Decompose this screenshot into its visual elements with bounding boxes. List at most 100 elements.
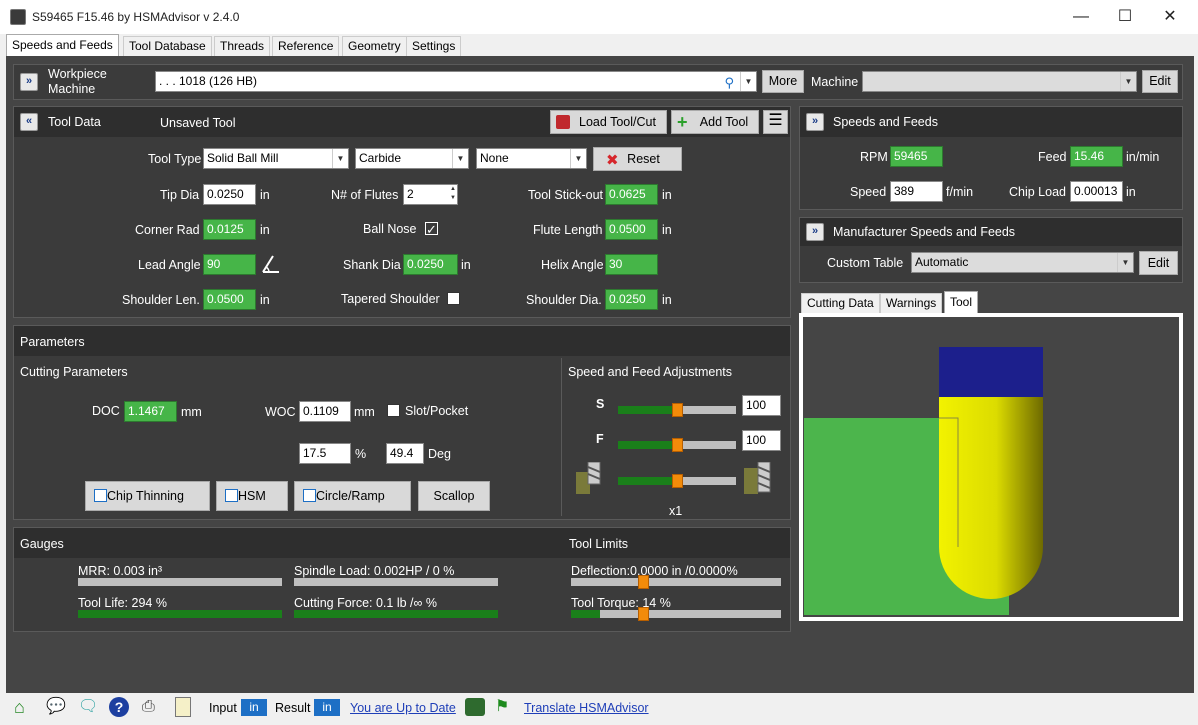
notes-icon[interactable] [175,697,191,717]
collapse-tool-data-button[interactable]: « [20,113,38,131]
engagement-angle-input[interactable]: 49.4 [386,443,424,464]
helix-angle-input[interactable]: 30 [605,254,658,275]
feed-slider[interactable] [618,438,736,452]
circle-ramp-checkbox[interactable] [303,489,316,502]
flutes-stepper[interactable]: 2 ▲ ▼ [403,184,458,205]
minimize-button[interactable]: — [1069,6,1093,28]
speed-value[interactable]: 389 [890,181,943,202]
hsm-button[interactable]: HSM [216,481,288,511]
result-unit-button[interactable]: in [314,699,340,716]
result-label: Result [275,701,311,715]
input-label: Input [209,701,237,715]
chip-thinning-button[interactable]: Chip Thinning [85,481,210,511]
tapered-shoulder-checkbox[interactable] [447,292,460,305]
feed-adjust-input[interactable]: 100 [742,430,781,451]
database-icon[interactable] [465,698,485,716]
shoulder-len-input[interactable]: 0.0500 [203,289,256,310]
material-select[interactable]: . . . 1018 (126 HB) ⚲ ▼ [155,71,757,92]
tab-tool[interactable]: Tool [944,291,979,314]
deflection-label: Deflection:0.0000 in /0.0000% [571,564,738,578]
engagement-slider-handle[interactable] [672,474,683,488]
slot-pocket-label: Slot/Pocket [405,404,469,418]
woc-input[interactable]: 0.1109 [299,401,351,422]
help-icon[interactable]: ? [109,697,129,717]
up-to-date-link[interactable]: You are Up to Date [350,701,456,715]
tab-tool-database[interactable]: Tool Database [123,36,212,56]
collapse-workpiece-button[interactable]: » [20,73,38,91]
speed-slider[interactable] [618,403,736,417]
coating-select[interactable]: None ▼ [476,148,587,169]
tab-geometry[interactable]: Geometry [342,36,407,56]
add-tool-button[interactable]: + Add Tool [671,110,759,134]
chevron-down-icon[interactable]: ▼ [1117,253,1133,272]
feedback-icon[interactable]: 🗨 [78,697,98,717]
chevron-down-icon[interactable]: ▼ [570,149,586,168]
feed-value[interactable]: 15.46 [1070,146,1123,167]
speed-slider-handle[interactable] [672,403,683,417]
cutting-force-gauge [294,610,498,618]
tool-material-select[interactable]: Carbide ▼ [355,148,469,169]
slot-pocket-checkbox[interactable] [387,404,400,417]
tab-speeds-and-feeds[interactable]: Speeds and Feeds [6,34,119,56]
chevron-down-icon[interactable]: ▼ [740,72,756,91]
doc-label: DOC [92,404,120,418]
chevron-down-icon[interactable]: ▼ [332,149,348,168]
feed-slider-handle[interactable] [672,438,683,452]
rpm-value[interactable]: 59465 [890,146,943,167]
search-icon[interactable]: ⚲ [724,73,734,92]
home-icon[interactable]: ⌂ [14,697,34,717]
chevron-down-icon[interactable]: ▼ [452,149,468,168]
tab-reference[interactable]: Reference [272,36,340,56]
tab-settings[interactable]: Settings [406,36,462,56]
doc-input[interactable]: 1.1467 [124,401,177,422]
tool-torque-gauge-fill [571,610,600,618]
tab-cutting-data[interactable]: Cutting Data [801,293,880,313]
chip-load-value[interactable]: 0.00013 [1070,181,1123,202]
custom-table-select[interactable]: Automatic ▼ [911,252,1134,273]
speed-adjust-input[interactable]: 100 [742,395,781,416]
reset-button[interactable]: ✖ Reset [593,147,682,171]
doc-unit: mm [181,405,202,419]
machine-select[interactable]: ▼ [862,71,1137,92]
flute-length-label: Flute Length [533,223,603,237]
scallop-button[interactable]: Scallop [418,481,490,511]
tool-life-label: Tool Life: 294 % [78,596,167,610]
close-button[interactable]: ✕ [1158,6,1182,28]
corner-rad-unit: in [260,223,270,237]
engagement-slider[interactable] [618,474,736,488]
tab-threads[interactable]: Threads [214,36,271,56]
chevron-down-icon[interactable]: ▼ [1120,72,1136,91]
flag-icon[interactable]: ⚑ [495,698,515,716]
hamburger-menu-icon[interactable]: ☰ [763,110,788,134]
collapse-speeds-button[interactable]: » [806,113,824,131]
more-button[interactable]: More [762,70,804,93]
machine-edit-button[interactable]: Edit [1142,70,1178,93]
translate-link[interactable]: Translate HSMAdvisor [524,701,649,715]
woc-percent-input[interactable]: 17.5 [299,443,351,464]
shank-dia-input[interactable]: 0.0250 [403,254,458,275]
chat-icon[interactable]: 💬 [46,697,66,717]
maximize-button[interactable]: ☐ [1113,6,1137,28]
tool-type-select[interactable]: Solid Ball Mill ▼ [203,148,349,169]
custom-table-edit-button[interactable]: Edit [1139,251,1178,275]
shoulder-dia-input[interactable]: 0.0250 [605,289,658,310]
load-tool-button[interactable]: Load Tool/Cut [550,110,667,134]
collapse-manufacturer-button[interactable]: » [806,223,824,241]
print-icon[interactable]: ⎙ [142,697,162,717]
lead-angle-input[interactable]: 90 [203,254,256,275]
adjustments-label: Speed and Feed Adjustments [568,365,733,379]
load-tool-label: Load Tool/Cut [579,115,656,129]
flute-length-input[interactable]: 0.0500 [605,219,658,240]
tab-warnings[interactable]: Warnings [880,293,943,313]
circle-ramp-button[interactable]: Circle/Ramp [294,481,411,511]
stickout-input[interactable]: 0.0625 [605,184,658,205]
corner-rad-input[interactable]: 0.0125 [203,219,256,240]
hsm-checkbox[interactable] [225,489,238,502]
window-title: S59465 F15.46 by HSMAdvisor v 2.4.0 [32,10,240,24]
stepper-arrows-icon[interactable]: ▲ ▼ [450,185,456,203]
input-unit-button[interactable]: in [241,699,267,716]
ball-nose-checkbox[interactable]: ✓ [425,222,438,236]
chip-load-label: Chip Load [1009,185,1066,199]
chip-thinning-checkbox[interactable] [94,489,107,502]
tip-dia-input[interactable]: 0.0250 [203,184,256,205]
